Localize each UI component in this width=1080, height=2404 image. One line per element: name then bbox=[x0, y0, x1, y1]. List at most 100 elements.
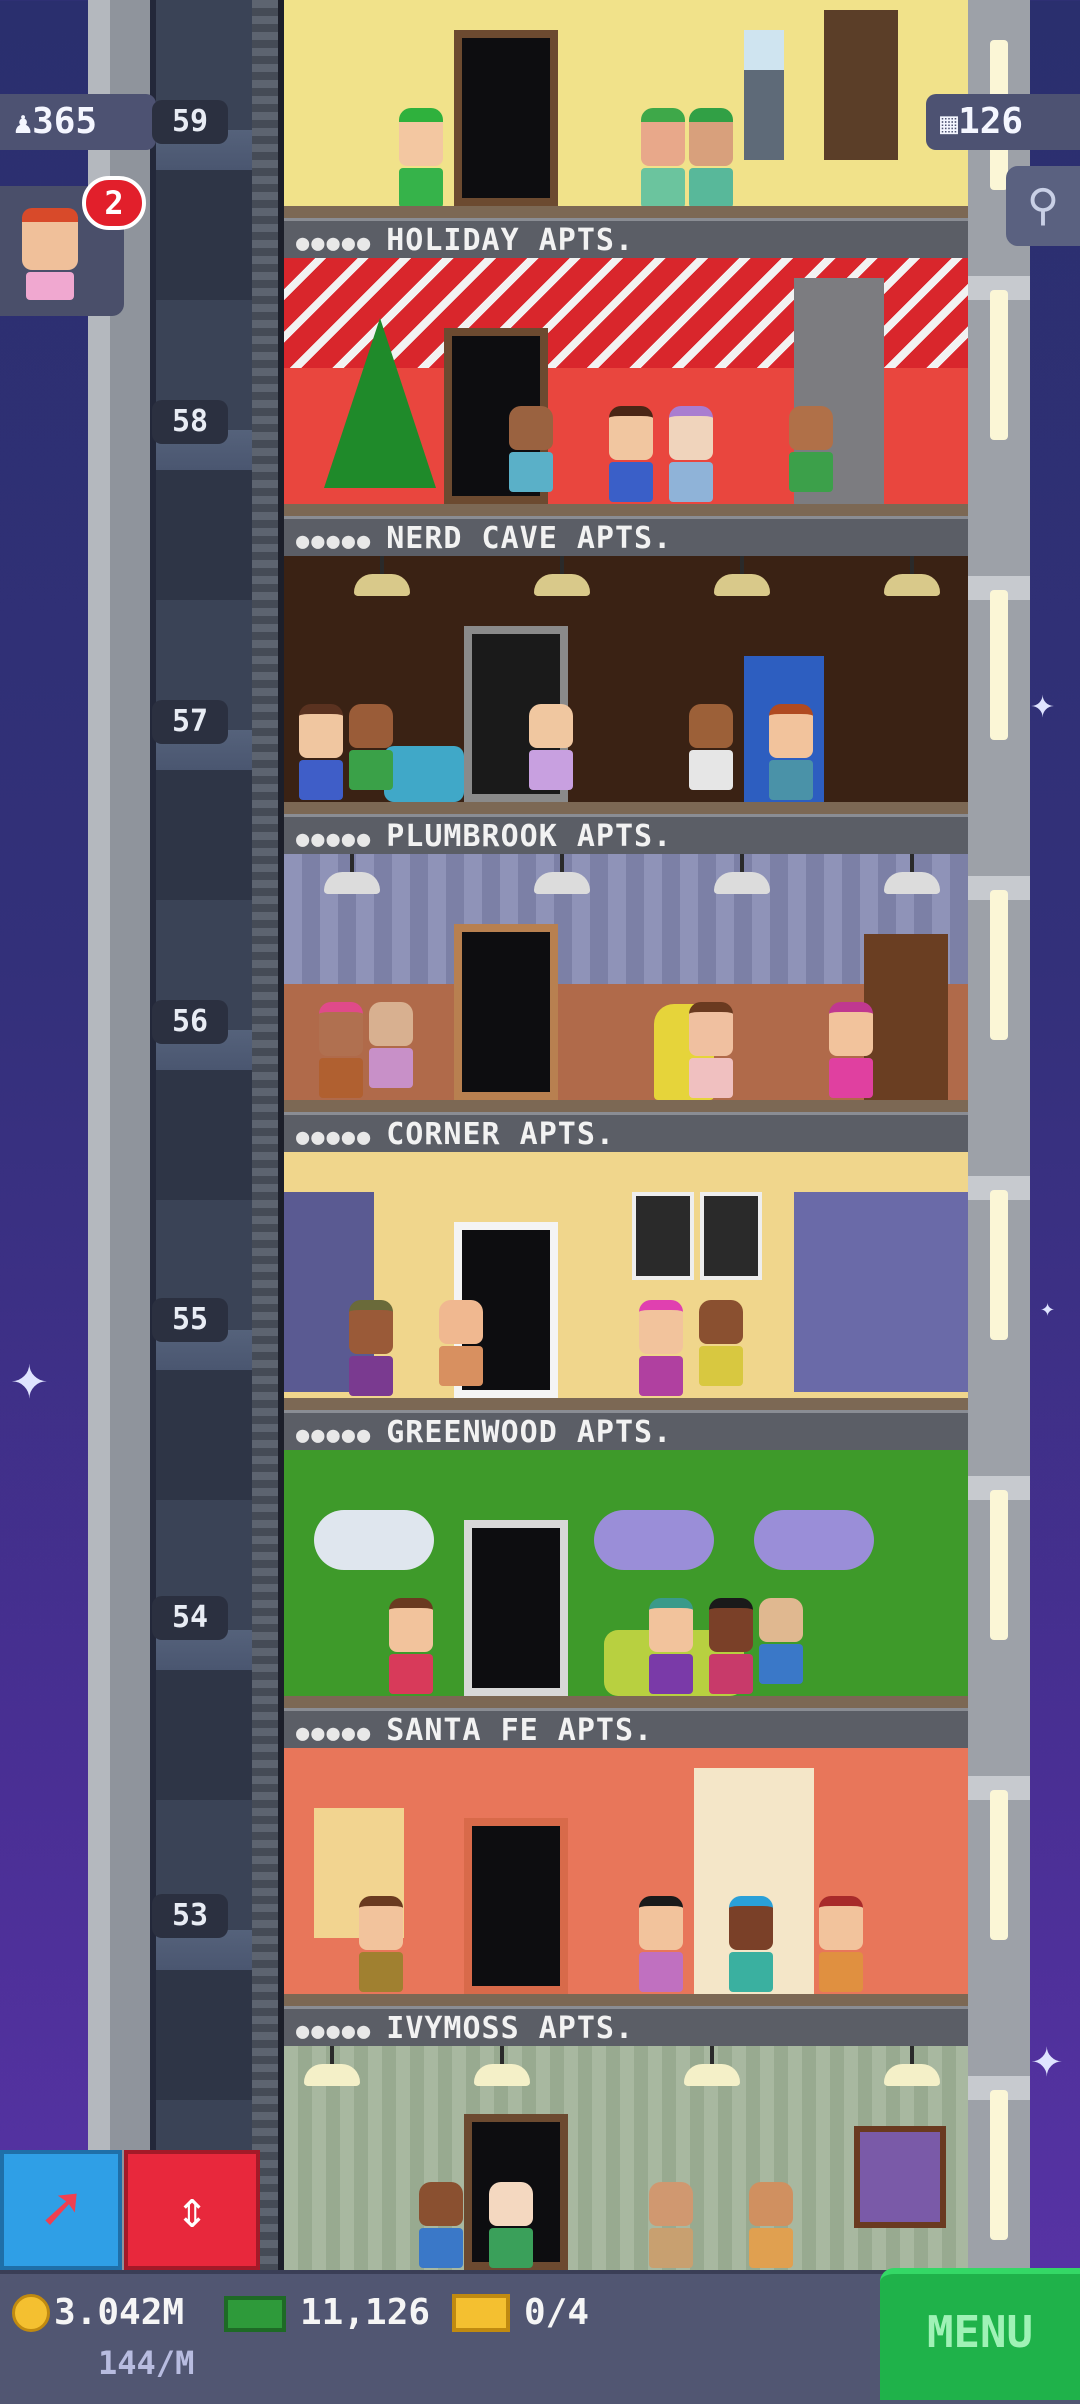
vacancy-dots: ●●●●● bbox=[296, 2019, 373, 2044]
shaft-rail bbox=[88, 0, 110, 2270]
building-icon: ▦ bbox=[940, 106, 959, 141]
floor-name-bar: ●●●●● CORNER APTS. bbox=[284, 1112, 968, 1152]
door bbox=[454, 924, 558, 1100]
room-interior bbox=[284, 0, 968, 208]
coins-value: 3.042M bbox=[54, 2292, 185, 2333]
window-light bbox=[990, 1490, 1008, 1640]
resident bbox=[644, 2182, 698, 2270]
ceiling-lamp bbox=[474, 2046, 530, 2086]
resident bbox=[344, 704, 398, 792]
picture-frame bbox=[700, 1192, 762, 1280]
room-interior bbox=[284, 854, 968, 1100]
room-interior bbox=[284, 2046, 968, 2270]
floor-ivymoss[interactable]: ●●●●● IVYMOSS APTS. bbox=[284, 1748, 968, 2046]
floor-count-counter[interactable]: ▦126 bbox=[926, 94, 1080, 150]
resident bbox=[636, 108, 690, 208]
arrow-button[interactable]: ➚ bbox=[0, 2150, 122, 2270]
vacancy-dots: ●●●●● bbox=[296, 827, 373, 852]
star: ✦ bbox=[10, 1355, 49, 1409]
window-light bbox=[990, 290, 1008, 440]
floor-greenwood[interactable]: ●●●●● GREENWOOD APTS. bbox=[284, 1152, 968, 1450]
floor-santa-fe[interactable]: ●●●●● SANTA FE APTS. bbox=[284, 1450, 968, 1748]
floor-number: 55 bbox=[152, 1298, 228, 1342]
ceiling-lamp bbox=[324, 854, 380, 894]
bux-value: 11,126 bbox=[300, 2292, 431, 2333]
floor-lower[interactable] bbox=[284, 2046, 968, 2270]
up-down-icon: ⇕ bbox=[176, 2180, 208, 2240]
coins-rate: 144/M bbox=[98, 2344, 195, 2382]
window bbox=[794, 1192, 968, 1392]
floor-nerd-cave[interactable]: ●●●●● NERD CAVE APTS. bbox=[284, 258, 968, 556]
resident bbox=[354, 1896, 408, 1992]
christmas-tree bbox=[324, 318, 436, 488]
vacancy-dots: ●●●●● bbox=[296, 1125, 373, 1150]
floor-number: 54 bbox=[152, 1596, 228, 1640]
floor-lamp bbox=[744, 30, 784, 160]
floor-ledge bbox=[284, 1398, 968, 1410]
resident bbox=[664, 406, 718, 502]
resident bbox=[744, 2182, 798, 2270]
ceiling-lamp bbox=[304, 2046, 360, 2086]
floor-name-bar: ●●●●● IVYMOSS APTS. bbox=[284, 2006, 968, 2046]
arrow-icon: ➚ bbox=[41, 2173, 81, 2247]
floor-holiday[interactable]: ●●●●● HOLIDAY APTS. bbox=[284, 0, 968, 258]
ceiling-lamp bbox=[534, 556, 590, 596]
resident bbox=[644, 1598, 698, 1694]
resident bbox=[784, 406, 838, 494]
vacancy-dots: ●●●●● bbox=[296, 231, 373, 256]
floor-number: 59 bbox=[152, 100, 228, 144]
floor-name: SANTA FE APTS. bbox=[386, 1713, 654, 1748]
resident bbox=[434, 1300, 488, 1388]
resident bbox=[764, 704, 818, 800]
resident bbox=[294, 704, 348, 800]
ceiling-lamp bbox=[714, 854, 770, 894]
door bbox=[464, 1520, 568, 1696]
coin-icon bbox=[12, 2294, 50, 2332]
shutter-window bbox=[824, 10, 898, 160]
magnifier-icon: ⚲ bbox=[1026, 180, 1060, 231]
floor-name-bar: ●●●●● PLUMBROOK APTS. bbox=[284, 814, 968, 854]
floor-count-value: 126 bbox=[958, 101, 1024, 142]
floor-name: HOLIDAY APTS. bbox=[386, 223, 635, 258]
floor-name-bar: ●●●●● SANTA FE APTS. bbox=[284, 1708, 968, 1748]
resident bbox=[524, 704, 578, 792]
resident bbox=[384, 1598, 438, 1694]
ceiling-lamp bbox=[534, 854, 590, 894]
resident bbox=[684, 108, 738, 208]
elevator-button[interactable]: ⇕ bbox=[124, 2150, 260, 2270]
tickets-value: 0/4 bbox=[524, 2292, 590, 2333]
resident bbox=[604, 406, 658, 502]
floor-name-bar: ●●●●● GREENWOOD APTS. bbox=[284, 1410, 968, 1450]
search-button[interactable]: ⚲ bbox=[1006, 166, 1080, 246]
window bbox=[754, 1510, 874, 1570]
resident bbox=[694, 1300, 748, 1388]
floor-number: 53 bbox=[152, 1894, 228, 1938]
vacancy-dots: ●●●●● bbox=[296, 1721, 373, 1746]
population-counter[interactable]: ♟365 bbox=[0, 94, 156, 150]
menu-button[interactable]: MENU bbox=[880, 2268, 1080, 2400]
floor-ledge bbox=[284, 1994, 968, 2006]
floor-plumbrook[interactable]: ●●●●● PLUMBROOK APTS. bbox=[284, 556, 968, 854]
resident bbox=[414, 2182, 468, 2270]
window-light bbox=[990, 1790, 1008, 1940]
resident bbox=[364, 1002, 418, 1090]
floor-corner[interactable]: ●●●●● CORNER APTS. bbox=[284, 854, 968, 1152]
door bbox=[464, 1818, 568, 1994]
person-icon: ♟ bbox=[14, 106, 33, 141]
vacancy-dots: ●●●●● bbox=[296, 1423, 373, 1448]
resident bbox=[394, 108, 448, 208]
picture-frame bbox=[632, 1192, 694, 1280]
ceiling-lamp bbox=[684, 2046, 740, 2086]
floor-name: IVYMOSS APTS. bbox=[386, 2011, 635, 2046]
resident bbox=[704, 1598, 758, 1694]
ticket-icon bbox=[452, 2294, 510, 2332]
notification-badge[interactable]: 2 bbox=[82, 176, 146, 230]
star: ✦ bbox=[1030, 2040, 1064, 2086]
ceiling-lamp bbox=[884, 854, 940, 894]
star: ✦ bbox=[1030, 690, 1056, 725]
bux-icon bbox=[224, 2296, 286, 2332]
floor-number: 56 bbox=[152, 1000, 228, 1044]
window bbox=[594, 1510, 714, 1570]
window-light bbox=[990, 2090, 1008, 2240]
resident bbox=[824, 1002, 878, 1098]
